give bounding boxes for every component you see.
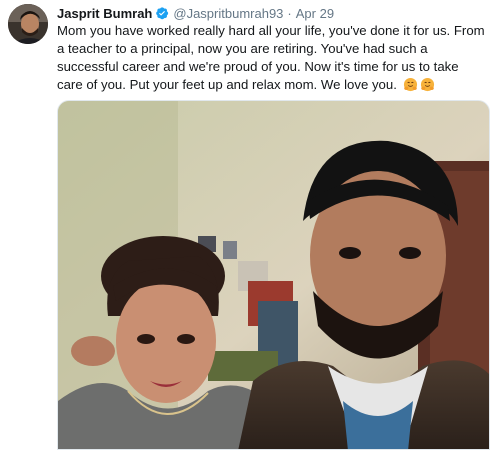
verified-badge-icon: [155, 6, 169, 20]
avatar[interactable]: [8, 4, 48, 44]
tweet-header: Jasprit Bumrah @Jaspritbumrah93 · Apr 29: [57, 4, 334, 22]
tweet-text-container: Mom you have worked really hard all your…: [57, 22, 487, 94]
tweet-card: Jasprit Bumrah @Jaspritbumrah93 · Apr 29…: [0, 0, 492, 450]
author-name[interactable]: Jasprit Bumrah: [57, 6, 152, 21]
avatar-photo: [8, 4, 48, 44]
hugging-face-emoji-icon: [403, 77, 418, 92]
hugging-face-emoji-icon: [420, 77, 435, 92]
author-handle[interactable]: @Jaspritbumrah93: [173, 6, 283, 21]
tweet-date[interactable]: Apr 29: [296, 6, 334, 21]
tweet-photo[interactable]: [57, 100, 490, 450]
separator-dot: ·: [287, 5, 292, 21]
selfie-photo: [58, 101, 489, 449]
